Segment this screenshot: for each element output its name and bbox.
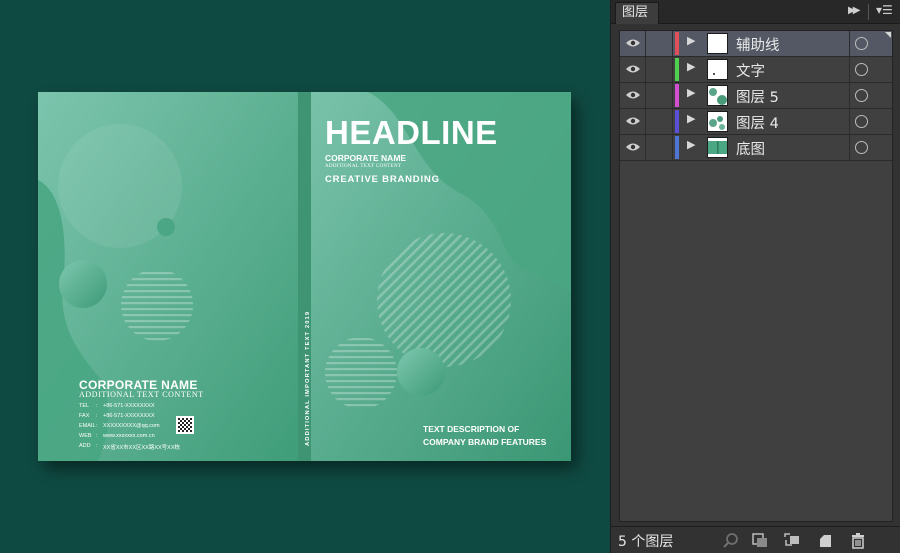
back-small-ball (157, 218, 175, 236)
expand-arrow-icon[interactable]: ▶ (687, 60, 695, 73)
target-divider (849, 57, 850, 82)
lock-toggle[interactable] (647, 83, 673, 108)
eye-icon (626, 65, 640, 73)
visibility-toggle[interactable] (620, 31, 646, 56)
create-sublayer-icon[interactable] (783, 532, 801, 549)
layer-color-swatch (675, 84, 679, 107)
lock-toggle[interactable] (647, 31, 673, 56)
contact-value: XXXXXXXXX@qq.com (103, 423, 160, 429)
collapse-panel-icon[interactable]: ▶▶ (848, 5, 861, 16)
description-line-2[interactable]: COMPANY BRAND FEATURES (423, 437, 546, 447)
contact-label: TEL (79, 403, 90, 409)
target-divider (849, 135, 850, 160)
qr-code-image (176, 416, 194, 434)
layer-row-layer4[interactable]: ▶ 图层 4 (620, 109, 892, 135)
tab-layers[interactable]: 图层 (615, 2, 659, 24)
visibility-toggle[interactable] (620, 57, 646, 82)
spine-text[interactable]: ADDITIONAL IMPORTANT TEXT 2019 (305, 311, 311, 446)
panel-header: 图层 ▶▶ ▾☰ (611, 0, 900, 24)
lock-toggle[interactable] (647, 109, 673, 134)
layer-name[interactable]: 底图 (736, 138, 765, 159)
layer-thumbnail (707, 137, 728, 158)
book-cover-artboard[interactable]: HEADLINE CORPORATE NAME ADDITIONAL TEXT … (38, 92, 571, 461)
header-divider (868, 4, 869, 20)
expand-arrow-icon[interactable]: ▶ (687, 34, 695, 47)
selected-corner-icon (885, 32, 891, 38)
layer-row-base[interactable]: ▶ 底图 (620, 135, 892, 161)
layer-thumbnail (707, 111, 728, 132)
layer-name[interactable]: 图层 4 (736, 112, 779, 133)
layer-row-guides[interactable]: ▶ 辅助线 (620, 31, 892, 57)
visibility-toggle[interactable] (620, 109, 646, 134)
target-divider (849, 31, 850, 56)
eye-icon (626, 39, 640, 47)
layer-thumbnail (707, 85, 728, 106)
panel-menu-icon[interactable]: ▾☰ (876, 3, 893, 17)
layer-row-layer5[interactable]: ▶ 图层 5 (620, 83, 892, 109)
layer-target-icon[interactable] (855, 63, 868, 76)
eye-icon (626, 91, 640, 99)
visibility-toggle[interactable] (620, 135, 646, 160)
layer-row-text[interactable]: ▶ 文字 (620, 57, 892, 83)
front-small-striped-circle (325, 337, 397, 409)
expand-arrow-icon[interactable]: ▶ (687, 86, 695, 99)
lock-toggle[interactable] (647, 57, 673, 82)
layer-color-swatch (675, 136, 679, 159)
layer-count: 5 个图层 (618, 534, 674, 550)
back-ball (59, 260, 107, 308)
contact-colon: : (96, 443, 98, 449)
layer-name[interactable]: 辅助线 (736, 34, 780, 55)
contact-value: +86-571-XXXXXXXX (103, 413, 155, 419)
back-striped-circle (121, 269, 193, 341)
target-divider (849, 83, 850, 108)
eye-icon (626, 117, 640, 125)
contact-colon: : (96, 433, 98, 439)
layer-color-swatch (675, 110, 679, 133)
layer-color-swatch (675, 32, 679, 55)
delete-layer-icon[interactable] (849, 532, 867, 549)
contact-label: WEB (79, 433, 92, 439)
visibility-toggle[interactable] (620, 83, 646, 108)
locate-object-icon[interactable] (722, 532, 740, 549)
target-divider (849, 109, 850, 134)
layers-panel: 图层 ▶▶ ▾☰ ▶ 辅助线 ▶ 文字 ▶ 图层 5 ▶ 图层 4 ▶ 底图 5… (610, 0, 900, 553)
contact-value: +86-571-XXXXXXXX (103, 403, 155, 409)
contact-value: XX省XX市XX区XX路XX号XX栋 (103, 445, 181, 451)
contact-colon: : (96, 403, 98, 409)
front-additional-text[interactable]: ADDITIONAL TEXT CONTENT (325, 164, 401, 169)
contact-colon: : (96, 423, 98, 429)
layer-color-swatch (675, 58, 679, 81)
layer-list: ▶ 辅助线 ▶ 文字 ▶ 图层 5 ▶ 图层 4 ▶ 底图 (619, 30, 893, 522)
make-clipping-mask-icon[interactable] (751, 532, 769, 549)
layer-thumbnail (707, 33, 728, 54)
contact-value: www.xxxxxxx.com.cn (103, 433, 155, 439)
back-additional-text[interactable]: ADDITIONAL TEXT CONTENT (79, 390, 204, 399)
new-layer-icon[interactable] (816, 532, 834, 549)
layer-name[interactable]: 图层 5 (736, 86, 779, 107)
expand-arrow-icon[interactable]: ▶ (687, 112, 695, 125)
expand-arrow-icon[interactable]: ▶ (687, 138, 695, 151)
layer-name[interactable]: 文字 (736, 60, 765, 81)
layer-target-icon[interactable] (855, 115, 868, 128)
contact-label: FAX (79, 413, 90, 419)
document-canvas[interactable]: HEADLINE CORPORATE NAME ADDITIONAL TEXT … (0, 0, 610, 553)
contact-label: EMAIL (79, 423, 96, 429)
creative-branding-text[interactable]: CREATIVE BRANDING (325, 174, 440, 185)
front-striped-circle (377, 233, 511, 367)
layer-thumbnail (707, 59, 728, 80)
layer-target-icon[interactable] (855, 89, 868, 102)
layer-target-icon[interactable] (855, 37, 868, 50)
contact-label: ADD (79, 443, 91, 449)
front-company-name[interactable]: CORPORATE NAME (325, 153, 406, 163)
description-line-1[interactable]: TEXT DESCRIPTION OF (423, 424, 519, 434)
panel-footer: 5 个图层 (611, 526, 900, 553)
layer-target-icon[interactable] (855, 141, 868, 154)
contact-colon: : (96, 413, 98, 419)
lock-toggle[interactable] (647, 135, 673, 160)
cover-headline[interactable]: HEADLINE (325, 114, 498, 152)
eye-icon (626, 143, 640, 151)
front-ball (397, 348, 445, 396)
